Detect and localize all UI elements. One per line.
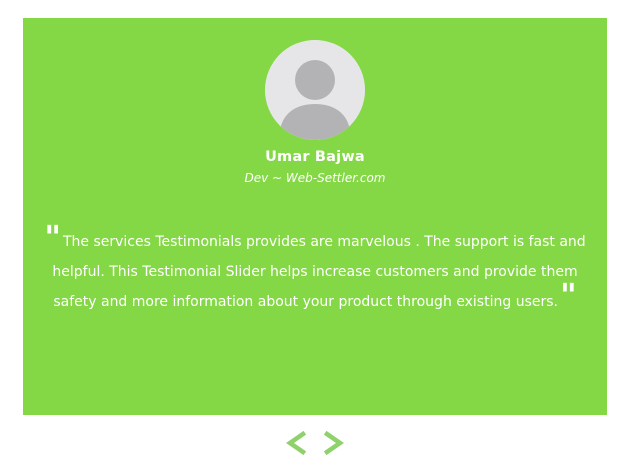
testimonial-text: The services Testimonials provides are m… bbox=[52, 234, 586, 310]
next-button[interactable] bbox=[322, 428, 346, 458]
testimonial-quote: " The services Testimonials provides are … bbox=[43, 221, 587, 317]
chevron-right-icon bbox=[323, 430, 344, 456]
author-name: Umar Bajwa bbox=[265, 149, 365, 165]
chevron-left-icon bbox=[286, 430, 307, 456]
close-quote-icon: " bbox=[559, 276, 577, 314]
previous-button[interactable] bbox=[284, 428, 308, 458]
open-quote-icon: " bbox=[44, 218, 61, 256]
slider-navigation bbox=[0, 428, 630, 464]
avatar bbox=[265, 40, 365, 140]
user-silhouette-icon bbox=[265, 40, 365, 140]
author-role: Dev ~ Web-Settler.com bbox=[244, 171, 386, 185]
testimonial-card: Umar Bajwa Dev ~ Web-Settler.com " The se… bbox=[23, 18, 607, 415]
